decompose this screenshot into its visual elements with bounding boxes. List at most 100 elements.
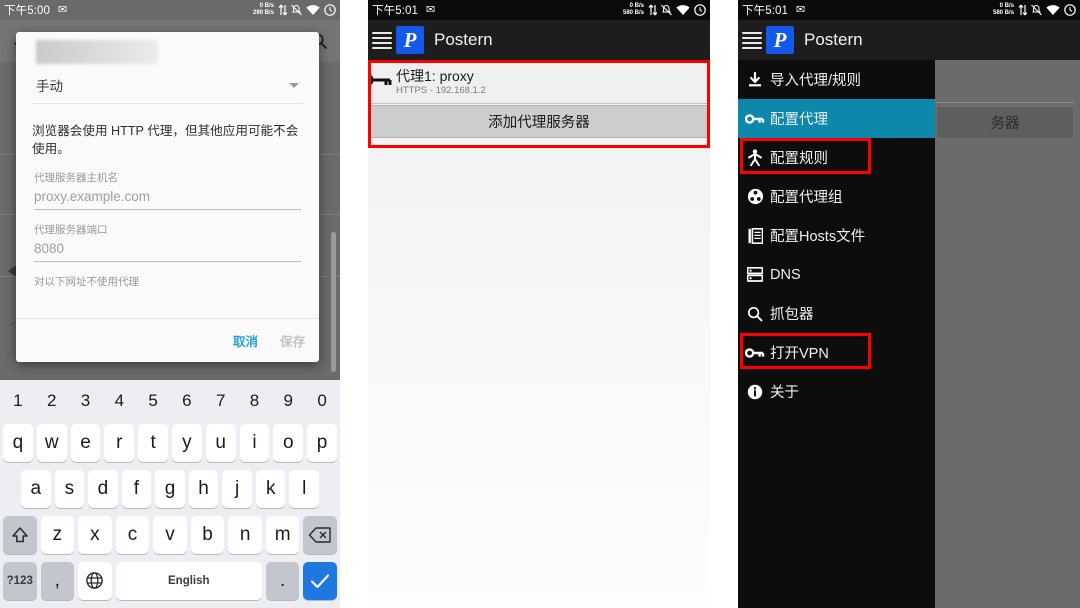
key-h[interactable]: h [188,469,219,508]
proxy-host-input[interactable]: proxy.example.com [34,189,301,210]
key-e[interactable]: e [70,423,101,462]
drawer-item-configure-hosts[interactable]: 配置Hosts文件 [738,216,935,255]
scrollbar-thumb[interactable] [331,232,336,372]
scrim-divider [936,102,1074,103]
keyboard-row-1: q w e r t y u i o p [1,420,339,466]
space-key[interactable]: English [115,561,262,600]
drawer-item-label: 配置代理 [770,112,828,128]
file-icon [744,227,766,244]
shift-up-icon[interactable] [2,515,37,554]
key-x[interactable]: x [78,515,112,554]
proxy-settings-dialog: 手动 浏览器会使用 HTTP 代理，但其他应用可能不会使用。 代理服务器主机名 … [16,32,319,362]
key-6[interactable]: 6 [172,387,202,415]
key-o[interactable]: o [273,423,304,462]
key-0[interactable]: 0 [307,387,337,415]
key-g[interactable]: g [155,469,185,508]
proxy-bypass-field[interactable]: 对以下网址不使用代理 [34,274,301,289]
data-transfer-icon [648,4,657,16]
key-b[interactable]: b [190,515,225,554]
network-rate-down: 580 B/s [992,10,1014,16]
drawer-item-label: 导入代理/规则 [770,73,862,89]
key-3[interactable]: 3 [71,387,101,415]
key-q[interactable]: q [3,423,33,462]
drawer-item-label: 配置Hosts文件 [770,229,866,245]
proxy-host-field[interactable]: 代理服务器主机名 proxy.example.com [34,170,301,210]
keyboard-row-4: ?123 , English . [1,558,339,604]
key-2[interactable]: 2 [37,387,67,415]
status-bar-icons: 0 B/s 580 B/s [993,3,1076,18]
period-key[interactable]: . [265,561,300,600]
hamburger-menu-icon[interactable] [372,31,392,49]
drawer-item-about[interactable]: 关于 [738,372,935,411]
proxy-host-label: 代理服务器主机名 [34,172,118,184]
check-icon[interactable] [303,561,337,600]
key-s[interactable]: s [54,469,85,508]
key-t[interactable]: t [138,423,168,462]
save-button[interactable]: 保存 [280,331,305,350]
key-i[interactable]: i [239,423,270,462]
key-p[interactable]: p [307,423,337,462]
on-screen-keyboard: 1 2 3 4 5 6 7 8 9 0 q w e r t y u i o p … [0,380,340,608]
mail-icon: ✉ [425,3,436,16]
app-bar: P Postern [738,20,1080,60]
drawer-item-configure-proxy[interactable]: 配置代理 [738,99,935,138]
key-1[interactable]: 1 [3,387,33,415]
comma-key[interactable]: , [40,561,75,600]
hamburger-menu-icon[interactable] [742,31,762,49]
key-9[interactable]: 9 [273,387,303,415]
network-rate-down: 580 B/s [622,10,644,16]
key-f[interactable]: f [121,469,152,508]
search-icon [744,306,766,322]
keyboard-row-3: z x c v b n m [1,512,339,558]
server-icon [744,267,766,282]
status-bar-icons: 0 B/s 290 B/s [253,3,336,18]
key-7[interactable]: 7 [206,387,236,415]
globe-icon[interactable] [78,561,112,600]
postern-logo-icon: P [396,26,424,54]
drawer-item-packet-capture[interactable]: 抓包器 [738,294,935,333]
proxy-mode-spinner[interactable]: 手动 [32,70,303,104]
key-n[interactable]: n [228,515,262,554]
key-5[interactable]: 5 [138,387,168,415]
key-a[interactable]: a [20,469,51,508]
download-icon [744,71,766,88]
symbols-key[interactable]: ?123 [3,561,37,600]
key-w[interactable]: w [36,423,67,462]
key-u[interactable]: u [205,423,236,462]
highlight-box-open-vpn [740,333,871,369]
network-rate: 0 B/s 580 B/s [993,3,1014,18]
key-4[interactable]: 4 [104,387,134,415]
key-l[interactable]: l [289,469,320,508]
proxy-port-field[interactable]: 代理服务器端口 8080 [34,222,301,262]
screenshot-stage: 下午5:00 ✉ 0 B/s 290 B/s ← [0,0,1080,608]
data-transfer-icon [278,4,287,16]
data-transfer-icon [1018,4,1027,16]
network-rate-down: 290 B/s [252,10,274,16]
app-title: Postern [804,30,863,49]
drawer-item-dns[interactable]: DNS [738,255,935,294]
key-icon [744,113,766,125]
key-y[interactable]: y [172,423,202,462]
drawer-item-import[interactable]: 导入代理/规则 [738,60,935,99]
alarm-icon [324,4,336,16]
highlight-box-proxy-section [368,60,710,148]
alarm-icon [1064,4,1076,16]
key-c[interactable]: c [115,515,150,554]
key-j[interactable]: j [222,469,252,508]
key-d[interactable]: d [88,469,118,508]
key-v[interactable]: v [153,515,187,554]
cancel-button[interactable]: 取消 [233,331,258,350]
network-rate-up: 0 B/s [629,2,644,9]
drawer-item-configure-proxy-group[interactable]: 配置代理组 [738,177,935,216]
backspace-icon[interactable] [303,515,338,554]
key-r[interactable]: r [104,423,135,462]
key-m[interactable]: m [265,515,300,554]
network-rate: 0 B/s 580 B/s [623,3,644,18]
key-z[interactable]: z [40,515,75,554]
key-k[interactable]: k [255,469,286,508]
key-8[interactable]: 8 [240,387,270,415]
proxy-port-input[interactable]: 8080 [34,241,301,262]
dialog-note: 浏览器会使用 HTTP 代理，但其他应用可能不会使用。 [32,124,299,156]
dimmed-add-proxy-server-button: 务器 [936,106,1074,139]
status-bar-time: 下午5:01 [742,5,788,17]
